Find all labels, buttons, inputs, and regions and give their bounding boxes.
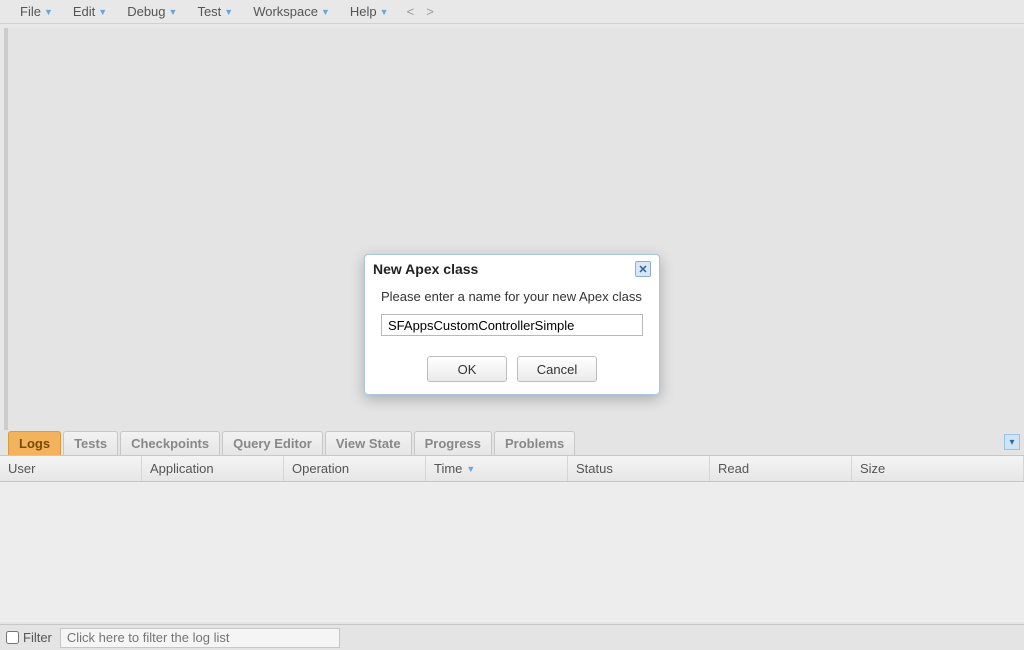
menu-label: Workspace	[253, 4, 318, 19]
nav-forward-icon[interactable]: >	[426, 4, 434, 19]
caret-icon: ▼	[98, 7, 107, 17]
dialog-body: Please enter a name for your new Apex cl…	[365, 283, 659, 346]
close-icon[interactable]: ✕	[635, 261, 651, 277]
class-name-input[interactable]	[381, 314, 643, 336]
new-apex-class-dialog: New Apex class ✕ Please enter a name for…	[364, 254, 660, 395]
menu-label: Debug	[127, 4, 165, 19]
tab-logs[interactable]: Logs	[8, 431, 61, 455]
filter-bar: Filter	[0, 624, 1024, 650]
log-grid-body	[0, 482, 1024, 622]
caret-icon: ▼	[321, 7, 330, 17]
menu-label: File	[20, 4, 41, 19]
menu-file[interactable]: File▼	[10, 0, 63, 23]
dialog-title: New Apex class	[373, 261, 478, 277]
col-read[interactable]: Read	[710, 456, 852, 481]
nav-arrows: < >	[407, 4, 434, 19]
filter-label: Filter	[23, 630, 52, 645]
dialog-prompt: Please enter a name for your new Apex cl…	[381, 289, 643, 304]
tab-query-editor[interactable]: Query Editor	[222, 431, 323, 455]
menubar: File▼ Edit▼ Debug▼ Test▼ Workspace▼ Help…	[0, 0, 1024, 24]
bottom-panel: Logs Tests Checkpoints Query Editor View…	[0, 430, 1024, 650]
filter-input[interactable]	[60, 628, 340, 648]
menu-label: Edit	[73, 4, 95, 19]
col-status[interactable]: Status	[568, 456, 710, 481]
tab-problems[interactable]: Problems	[494, 431, 575, 455]
expand-panel-icon[interactable]: ▾	[1004, 434, 1020, 450]
caret-icon: ▼	[380, 7, 389, 17]
dialog-header: New Apex class ✕	[365, 255, 659, 283]
dialog-buttons: OK Cancel	[365, 346, 659, 394]
menu-test[interactable]: Test▼	[187, 0, 243, 23]
col-size[interactable]: Size	[852, 456, 1024, 481]
log-column-headers: User Application Operation Time▼ Status …	[0, 456, 1024, 482]
col-time[interactable]: Time▼	[426, 456, 568, 481]
tab-checkpoints[interactable]: Checkpoints	[120, 431, 220, 455]
nav-back-icon[interactable]: <	[407, 4, 415, 19]
menu-workspace[interactable]: Workspace▼	[243, 0, 340, 23]
menu-debug[interactable]: Debug ▼	[117, 0, 187, 23]
menu-label: Test	[197, 4, 221, 19]
tab-tests[interactable]: Tests	[63, 431, 118, 455]
filter-checkbox[interactable]	[6, 631, 19, 644]
col-operation[interactable]: Operation	[284, 456, 426, 481]
ok-button[interactable]: OK	[427, 356, 507, 382]
col-application[interactable]: Application	[142, 456, 284, 481]
tab-progress[interactable]: Progress	[414, 431, 492, 455]
caret-icon: ▼	[44, 7, 53, 17]
menu-label: Help	[350, 4, 377, 19]
caret-icon: ▼	[169, 7, 178, 17]
menu-help[interactable]: Help▼	[340, 0, 399, 23]
col-user[interactable]: User	[0, 456, 142, 481]
menu-edit[interactable]: Edit▼	[63, 0, 117, 23]
tab-view-state[interactable]: View State	[325, 431, 412, 455]
cancel-button[interactable]: Cancel	[517, 356, 597, 382]
filter-toggle[interactable]: Filter	[6, 630, 52, 645]
bottom-tabs: Logs Tests Checkpoints Query Editor View…	[0, 430, 1024, 456]
sort-desc-icon: ▼	[466, 464, 475, 474]
caret-icon: ▼	[224, 7, 233, 17]
